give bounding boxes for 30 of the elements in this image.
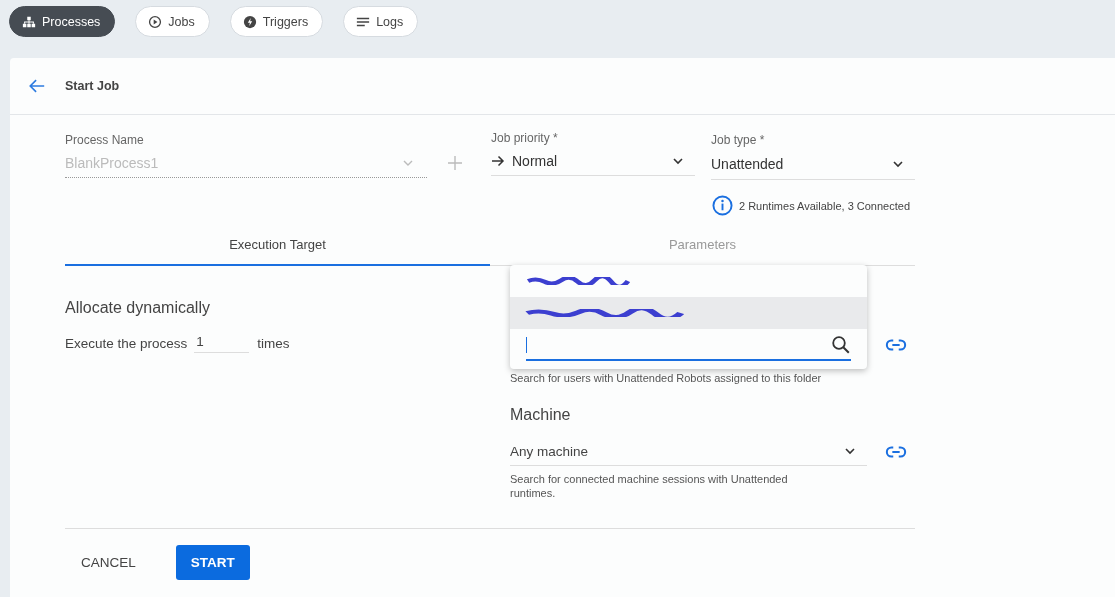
- times-label: times: [257, 336, 290, 351]
- nav-tab[interactable]: Logs: [343, 6, 419, 37]
- nav-tab[interactable]: Jobs: [135, 6, 210, 37]
- hint-text: Search for users with Unattended Robots assigned to this folder: [510, 372, 823, 384]
- tab[interactable]: Execution Target: [65, 225, 490, 266]
- play-icon: [148, 14, 163, 29]
- section-heading: Allocate dynamically: [65, 299, 211, 317]
- lightning-icon: [242, 14, 257, 29]
- field-label: Job type *: [711, 133, 766, 149]
- back-arrow-icon[interactable]: [28, 77, 46, 95]
- nav-tab[interactable]: Triggers: [229, 6, 324, 37]
- machine-select[interactable]: Any machine: [510, 437, 867, 466]
- search-icon: [831, 335, 851, 355]
- field-label: Job priority *: [491, 131, 559, 147]
- count-field[interactable]: 1: [194, 334, 250, 353]
- hierarchy-icon: [22, 14, 36, 29]
- job-priority-select[interactable]: Normal: [491, 147, 695, 176]
- execute-label: Execute the process: [65, 336, 188, 351]
- page-title: Start Job: [65, 79, 120, 93]
- start-button[interactable]: START: [175, 545, 250, 580]
- dropdown-option[interactable]: [510, 297, 867, 329]
- nav-tab[interactable]: Processes: [9, 6, 116, 37]
- arrow-right-icon: [491, 154, 505, 168]
- field-label: Process Name: [65, 133, 145, 149]
- hint-text: Search for connected machine sessions with Unattended runtimes.: [510, 472, 789, 500]
- info-icon: [712, 195, 733, 216]
- field-label: Machine: [510, 406, 572, 424]
- cancel-button[interactable]: CANCEL: [65, 545, 152, 580]
- job-type-select[interactable]: Unattended: [711, 149, 915, 180]
- runtimes-info-text: 2 Runtimes Available, 3 Connected: [739, 199, 910, 212]
